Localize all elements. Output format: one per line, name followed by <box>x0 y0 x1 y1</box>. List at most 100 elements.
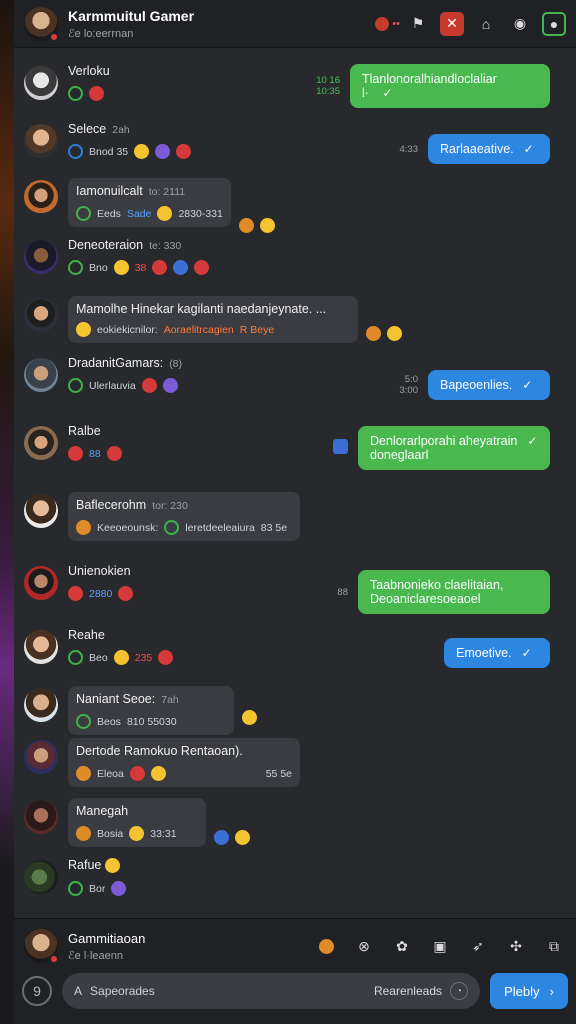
message-item[interactable]: Manegah Bosia 33:31 <box>14 798 260 847</box>
red-reaction-icon[interactable] <box>194 260 210 275</box>
emoji-icon[interactable] <box>259 218 275 233</box>
message-bubble[interactable]: Mamolhe Hinekar kagilanti naedanjeynate.… <box>68 296 358 343</box>
send-button[interactable]: Plebly › <box>490 973 568 1009</box>
my-avatar[interactable] <box>24 929 59 964</box>
emoji-icon[interactable] <box>242 710 257 725</box>
avatar[interactable] <box>24 630 58 664</box>
message-item[interactable]: Unienokien 2880 <box>14 564 143 601</box>
red-reaction-icon[interactable] <box>106 446 122 461</box>
controller-icon[interactable]: ✣ <box>504 934 528 958</box>
message-item[interactable]: Deneoteraion te: 330 Bno 38 <box>14 238 219 275</box>
emoji-picker-icon[interactable] <box>314 934 338 958</box>
alert-badge[interactable]: •• <box>375 16 400 31</box>
message-item[interactable]: DradanitGamars: (8) Ulerlauvia <box>14 356 192 393</box>
message-bubble[interactable]: Manegah Bosia 33:31 <box>68 798 206 847</box>
message-bubble[interactable]: Baflecerohm tor: 230 Keeoeounsk: leretdee… <box>68 492 300 541</box>
red-reaction-icon[interactable] <box>176 144 192 159</box>
emoji-icon[interactable] <box>150 766 166 781</box>
avatar[interactable] <box>24 426 58 460</box>
alert-icon <box>375 16 390 31</box>
emoji-icon[interactable] <box>76 826 91 841</box>
emoji-icon[interactable] <box>76 766 91 781</box>
voice-icon[interactable]: ◔ <box>450 982 468 1000</box>
message-item[interactable]: Baflecerohm tor: 230 Keeoeounsk: leretdee… <box>14 492 310 541</box>
message-bubble[interactable]: Bapeoenlies. ✓ <box>428 370 550 400</box>
emoji-icon[interactable] <box>387 326 402 341</box>
emoji-icon[interactable] <box>235 830 250 845</box>
purple-reaction-icon[interactable] <box>155 144 171 159</box>
red-reaction-icon[interactable] <box>141 378 157 393</box>
blue-reaction-icon[interactable] <box>173 260 189 275</box>
message-bubble[interactable]: Iamonuilcalt to: 2111 Eeds Sade 2830-331 <box>68 178 231 227</box>
avatar[interactable] <box>24 566 58 600</box>
message-item[interactable]: Rafue Bor <box>14 858 136 897</box>
house-icon[interactable]: ⌂ <box>474 12 498 36</box>
avatar[interactable] <box>24 180 58 214</box>
red-reaction-icon[interactable] <box>152 260 168 275</box>
red-reaction-icon[interactable] <box>68 446 83 461</box>
avatar[interactable] <box>24 298 58 332</box>
outgoing-message[interactable]: Denlorarlporahi aheyatrain ✓ doneglaarl <box>333 426 550 470</box>
red-reaction-icon[interactable] <box>68 586 83 601</box>
message-bubble[interactable]: Naniant Seoe: 7ah Beos 810 55030 <box>68 686 234 735</box>
emoji-icon[interactable] <box>76 520 91 535</box>
message-item[interactable]: Iamonuilcalt to: 2111 Eeds Sade 2830-331 <box>14 178 285 233</box>
message-bubble[interactable]: Tlanlonoralhiandloclaliar l· ✓ <box>350 64 550 108</box>
emoji-icon[interactable] <box>104 858 120 874</box>
red-reaction-icon[interactable] <box>89 86 104 101</box>
message-bubble[interactable]: Denlorarlporahi aheyatrain ✓ doneglaarl <box>358 426 550 470</box>
rocket-icon[interactable]: ➶ <box>466 934 490 958</box>
avatar[interactable] <box>24 860 58 894</box>
emoji-icon[interactable] <box>129 826 145 841</box>
red-reaction-icon[interactable] <box>129 766 145 781</box>
outgoing-message[interactable]: Emoetive. ✓ <box>444 638 550 668</box>
message-item[interactable]: Ralbe 88 <box>14 424 132 461</box>
purple-reaction-icon[interactable] <box>111 881 127 897</box>
gear-icon[interactable]: ✿ <box>390 934 414 958</box>
outgoing-message[interactable]: 5:0 3:00 Bapeoenlies. ✓ <box>400 370 550 400</box>
gamepad-icon[interactable]: ⧉ <box>542 934 566 958</box>
message-bubble[interactable]: Emoetive. ✓ <box>444 638 550 668</box>
record-icon[interactable]: ⊗ <box>352 934 376 958</box>
message-item[interactable]: Naniant Seoe: 7ah Beos 810 55030 <box>14 686 267 735</box>
flag-icon[interactable]: ⚑ <box>406 12 430 36</box>
purple-reaction-icon[interactable] <box>162 378 178 393</box>
attach-button[interactable]: 9 <box>22 976 52 1006</box>
message-bubble[interactable]: Rarlaaeative. ✓ <box>428 134 550 164</box>
message-item[interactable]: Mamolhe Hinekar kagilanti naedanjeynate.… <box>14 296 412 343</box>
avatar[interactable] <box>24 358 58 392</box>
avatar[interactable] <box>24 688 58 722</box>
message-item[interactable]: Selece 2ah Bnod 35 <box>14 122 201 159</box>
avatar[interactable] <box>24 740 58 774</box>
outgoing-message[interactable]: 88 Taabnonieko claelitaian, Deoaniclares… <box>337 570 550 614</box>
avatar[interactable] <box>24 240 58 274</box>
red-reaction-icon[interactable] <box>158 650 174 665</box>
emoji-icon[interactable] <box>113 650 129 665</box>
message-input[interactable]: A Sapeorades Rearenleads ◔ <box>62 973 480 1009</box>
message-item[interactable]: Dertode Ramokuo Rentaoan). Eleoa 55 5e <box>14 738 310 787</box>
media-icon[interactable]: ▣ <box>428 934 452 958</box>
chat-avatar[interactable] <box>24 6 59 42</box>
outgoing-message[interactable]: 10 16 10:35 Tlanlonoralhiandloclaliar l· … <box>316 64 550 108</box>
message-item[interactable]: Verloku <box>14 64 120 101</box>
emoji-icon[interactable] <box>113 260 129 275</box>
emoji-icon[interactable] <box>238 218 254 233</box>
avatar[interactable] <box>24 494 58 528</box>
message-bubble[interactable]: Dertode Ramokuo Rentaoan). Eleoa 55 5e <box>68 738 300 787</box>
emoji-icon[interactable] <box>366 326 381 341</box>
avatar[interactable] <box>24 124 58 158</box>
outgoing-message[interactable]: 4:33 Rarlaaeative. ✓ <box>400 134 550 164</box>
avatar[interactable] <box>24 800 58 834</box>
blue-reaction-icon[interactable] <box>214 830 229 845</box>
camera-icon[interactable]: ◉ <box>508 12 532 36</box>
emoji-icon[interactable] <box>157 206 173 221</box>
message-item[interactable]: Reahe Beo 235 <box>14 628 183 665</box>
profile-icon[interactable]: ● <box>542 11 566 36</box>
message-list[interactable]: Verloku 10 16 10:35 Tlanlonoralhiandlocla… <box>14 52 576 918</box>
mute-icon[interactable]: ✕ <box>440 11 464 36</box>
avatar[interactable] <box>24 66 58 100</box>
red-reaction-icon[interactable] <box>118 586 134 601</box>
emoji-icon[interactable] <box>76 322 91 337</box>
emoji-icon[interactable] <box>134 144 150 159</box>
message-bubble[interactable]: Taabnonieko claelitaian, Deoaniclaresoea… <box>358 570 550 614</box>
